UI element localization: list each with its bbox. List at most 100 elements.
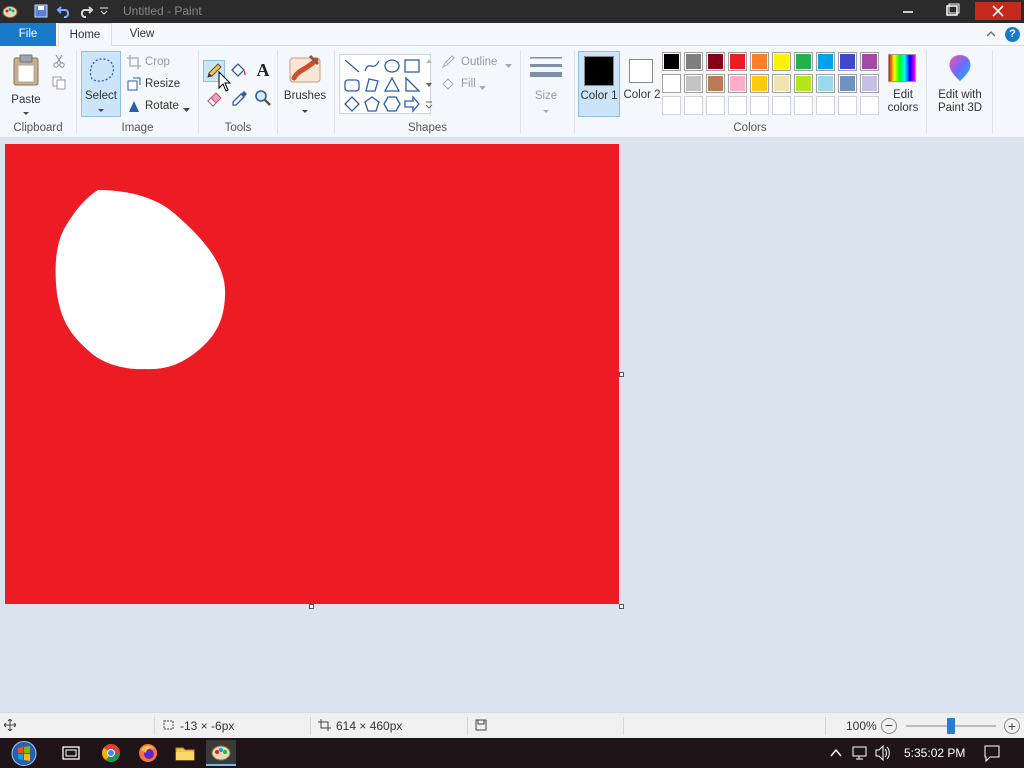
edit-colors-button[interactable]: Edit colors	[884, 51, 922, 117]
zoom-in-button[interactable]: +	[1004, 718, 1020, 734]
palette-swatch[interactable]	[816, 52, 835, 71]
palette-swatch[interactable]	[684, 96, 703, 115]
quick-access-dropdown-icon[interactable]	[99, 6, 109, 16]
hexagon-shape-icon[interactable]	[383, 95, 401, 113]
palette-swatch[interactable]	[684, 74, 703, 93]
notifications-icon[interactable]	[982, 738, 1002, 768]
zoom-out-button[interactable]: −	[881, 718, 897, 734]
palette-swatch[interactable]	[816, 96, 835, 115]
resize-handle-bottom[interactable]	[309, 604, 314, 609]
help-icon[interactable]: ?	[1005, 27, 1020, 42]
zoom-slider-thumb[interactable]	[947, 718, 955, 734]
chrome-icon[interactable]	[100, 742, 122, 764]
right-triangle-shape-icon[interactable]	[403, 76, 421, 94]
palette-swatch[interactable]	[816, 74, 835, 93]
palette-swatch[interactable]	[838, 74, 857, 93]
save-icon[interactable]	[34, 4, 48, 18]
network-icon[interactable]	[851, 738, 869, 768]
right-arrow-shape-icon[interactable]	[403, 95, 421, 113]
rounded-rectangle-shape-icon[interactable]	[343, 76, 361, 94]
pentagon-shape-icon[interactable]	[363, 95, 381, 113]
paste-button[interactable]: Paste	[6, 50, 46, 118]
color1-button[interactable]: Color 1	[578, 51, 620, 117]
image-group: Select Crop Resize Rotate Image	[77, 46, 198, 138]
tab-view[interactable]: View	[116, 23, 168, 46]
paint-app-icon[interactable]	[2, 3, 18, 19]
palette-swatch[interactable]	[794, 74, 813, 93]
tab-file[interactable]: File	[0, 23, 56, 46]
fill-button[interactable]: Fill	[441, 76, 515, 94]
palette-swatch[interactable]	[794, 96, 813, 115]
close-button[interactable]	[975, 2, 1021, 20]
palette-swatch[interactable]	[728, 52, 747, 71]
rectangle-shape-icon[interactable]	[403, 57, 421, 75]
palette-swatch[interactable]	[772, 96, 791, 115]
maximize-button[interactable]	[931, 3, 973, 19]
ribbon: Paste Clipboard Select Crop Resize Rotat…	[0, 46, 1024, 138]
palette-swatch[interactable]	[662, 74, 681, 93]
zoom-slider-track[interactable]	[906, 718, 996, 734]
firefox-icon[interactable]	[137, 742, 159, 764]
palette-swatch[interactable]	[728, 74, 747, 93]
rotate-button[interactable]: Rotate	[127, 98, 193, 116]
resize-button[interactable]: Resize	[127, 76, 193, 94]
color1-label: Color 1	[579, 90, 619, 103]
palette-swatch[interactable]	[728, 96, 747, 115]
palette-swatch[interactable]	[706, 74, 725, 93]
resize-handle-corner[interactable]	[619, 604, 624, 609]
crop-button[interactable]: Crop	[127, 54, 193, 72]
oval-shape-icon[interactable]	[383, 57, 401, 75]
fill-tool[interactable]	[229, 61, 249, 81]
palette-swatch[interactable]	[794, 52, 813, 71]
palette-swatch[interactable]	[838, 52, 857, 71]
palette-swatch[interactable]	[772, 74, 791, 93]
size-button[interactable]: Size	[524, 52, 568, 118]
paint-taskbar-icon[interactable]	[206, 740, 236, 766]
palette-swatch[interactable]	[662, 52, 681, 71]
shapes-scroll-down-icon[interactable]	[425, 80, 433, 88]
shapes-expand-icon[interactable]	[425, 100, 433, 110]
palette-swatch[interactable]	[860, 96, 879, 115]
select-button[interactable]: Select	[81, 51, 121, 117]
undo-icon[interactable]	[56, 4, 72, 18]
clock[interactable]: 5:35:02 PM	[904, 738, 965, 768]
outline-button[interactable]: Outline	[441, 54, 515, 72]
task-view-icon[interactable]	[60, 742, 82, 764]
palette-swatch[interactable]	[662, 96, 681, 115]
magnifier-tool[interactable]	[253, 88, 273, 108]
file-explorer-icon[interactable]	[174, 742, 196, 764]
cut-icon[interactable]	[52, 54, 66, 68]
palette-swatch[interactable]	[750, 74, 769, 93]
minimize-button[interactable]	[887, 3, 929, 19]
color2-button[interactable]: Color 2	[622, 51, 662, 117]
palette-swatch[interactable]	[750, 96, 769, 115]
triangle-shape-icon[interactable]	[383, 76, 401, 94]
text-tool[interactable]: A	[253, 60, 273, 80]
copy-icon[interactable]	[52, 76, 66, 90]
start-button[interactable]	[4, 740, 44, 767]
edit-with-paint3d-button[interactable]: Edit with Paint 3D	[930, 51, 990, 117]
palette-swatch[interactable]	[838, 96, 857, 115]
volume-icon[interactable]	[874, 738, 892, 768]
polygon-shape-icon[interactable]	[363, 76, 381, 94]
brushes-button[interactable]: Brushes	[280, 50, 330, 118]
redo-icon[interactable]	[78, 4, 94, 18]
collapse-ribbon-icon[interactable]	[985, 28, 997, 40]
palette-swatch[interactable]	[772, 52, 791, 71]
canvas-workspace[interactable]	[0, 138, 1024, 712]
diamond-shape-icon[interactable]	[343, 95, 361, 113]
tab-home[interactable]: Home	[58, 23, 112, 47]
palette-swatch[interactable]	[750, 52, 769, 71]
palette-swatch[interactable]	[684, 52, 703, 71]
line-shape-icon[interactable]	[343, 57, 361, 75]
palette-swatch[interactable]	[860, 52, 879, 71]
curve-shape-icon[interactable]	[363, 57, 381, 75]
color-picker-tool[interactable]	[229, 88, 249, 108]
show-hidden-icons[interactable]	[829, 738, 843, 768]
drawing-canvas[interactable]	[5, 144, 619, 604]
resize-handle-right[interactable]	[619, 372, 624, 377]
palette-swatch[interactable]	[706, 96, 725, 115]
palette-swatch[interactable]	[706, 52, 725, 71]
shapes-scroll-up-icon[interactable]	[425, 56, 433, 64]
palette-swatch[interactable]	[860, 74, 879, 93]
